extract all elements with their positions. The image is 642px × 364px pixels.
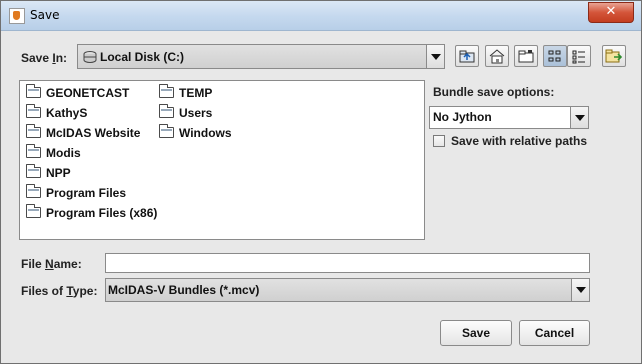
relative-paths-checkbox[interactable] xyxy=(433,135,445,147)
cancel-button[interactable]: Cancel xyxy=(519,320,590,346)
dialog-body: Save In: Local Disk (C:) GEONETCAST Kath… xyxy=(2,31,640,363)
java-app-icon xyxy=(9,8,25,24)
folder-icon xyxy=(159,84,174,98)
close-button[interactable]: ✕ xyxy=(588,2,634,23)
folder-icon xyxy=(26,204,41,218)
save-in-label: Save In: xyxy=(21,51,68,65)
save-dialog: Save ✕ Save In: Local Disk (C:) GEONETCA… xyxy=(0,0,642,364)
bundle-options-label: Bundle save options: xyxy=(433,85,555,99)
file-type-label: Files of Type: xyxy=(21,284,98,298)
folder-icon xyxy=(26,84,41,98)
save-in-value: Local Disk (C:) xyxy=(100,50,185,64)
folder-icon xyxy=(26,164,41,178)
file-list[interactable]: GEONETCAST KathyS McIDAS Website Modis N… xyxy=(19,80,425,240)
folder-icon xyxy=(26,104,41,118)
title-bar[interactable]: Save ✕ xyxy=(1,1,641,31)
disk-icon xyxy=(83,51,97,63)
new-folder-icon xyxy=(518,50,534,63)
folder-icon xyxy=(159,104,174,118)
folder-arrow-icon xyxy=(605,49,623,63)
relative-paths-label: Save with relative paths xyxy=(451,134,588,148)
save-button[interactable]: Save xyxy=(440,320,512,346)
bundle-options-value: No Jython xyxy=(433,110,492,124)
file-type-value: McIDAS-V Bundles (*.mcv) xyxy=(108,283,260,297)
file-name-label: File Name: xyxy=(21,257,82,271)
details-view-button[interactable] xyxy=(567,45,591,67)
list-view-icon xyxy=(548,50,561,62)
home-icon xyxy=(489,49,505,64)
details-view-icon xyxy=(572,50,585,64)
up-folder-icon xyxy=(459,50,475,63)
folder-icon xyxy=(26,144,41,158)
bundle-options-dropdown[interactable]: No Jython xyxy=(429,106,589,129)
chevron-down-icon[interactable] xyxy=(571,279,589,301)
home-button[interactable] xyxy=(485,45,509,67)
go-to-folder-button[interactable] xyxy=(602,45,626,67)
list-view-button[interactable] xyxy=(543,45,567,67)
chevron-down-icon[interactable] xyxy=(570,107,588,128)
save-in-dropdown[interactable]: Local Disk (C:) xyxy=(77,44,445,69)
up-one-level-button[interactable] xyxy=(455,45,479,67)
file-name-input[interactable] xyxy=(105,253,590,273)
file-type-dropdown[interactable]: McIDAS-V Bundles (*.mcv) xyxy=(105,278,590,302)
folder-icon xyxy=(26,184,41,198)
window-title: Save xyxy=(30,8,60,22)
folder-icon xyxy=(26,124,41,138)
new-folder-button[interactable] xyxy=(514,45,538,67)
folder-icon xyxy=(159,124,174,138)
chevron-down-icon[interactable] xyxy=(426,45,444,68)
